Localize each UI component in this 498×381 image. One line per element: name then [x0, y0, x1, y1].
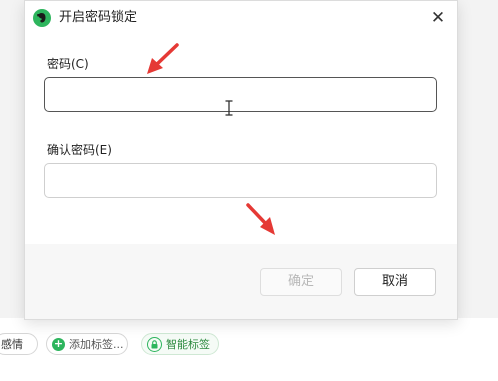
cancel-button[interactable]: 取消	[354, 268, 436, 296]
smart-tag-button[interactable]: 智能标签	[141, 333, 219, 355]
password-lock-dialog: 开启密码锁定 ✕ 密码(C) 确认密码(E) 确定 取消	[24, 0, 458, 320]
evernote-elephant-icon	[33, 9, 51, 27]
add-tag-button[interactable]: + 添加标签...	[46, 333, 128, 355]
tag-pill-emotion[interactable]: 感情	[0, 333, 38, 355]
password-input[interactable]	[44, 77, 437, 112]
text-cursor-icon	[225, 100, 233, 116]
smart-tag-label: 智能标签	[166, 338, 210, 351]
tag-label: 感情	[1, 338, 23, 351]
annotation-arrow-icon	[246, 203, 275, 235]
dialog-titlebar: 开启密码锁定 ✕	[25, 1, 457, 35]
tag-row: 感情 + 添加标签... 智能标签	[0, 333, 300, 355]
annotation-arrow-icon	[147, 43, 179, 74]
confirm-password-label: 确认密码(E)	[47, 143, 112, 157]
add-tag-label: 添加标签...	[69, 338, 124, 351]
close-icon[interactable]: ✕	[427, 7, 449, 29]
lock-tag-icon	[147, 337, 162, 352]
dialog-title: 开启密码锁定	[59, 10, 138, 25]
dialog-footer: 确定 取消	[25, 244, 457, 319]
ok-button[interactable]: 确定	[260, 268, 342, 296]
password-label: 密码(C)	[47, 57, 89, 71]
plus-circle-icon: +	[52, 337, 65, 351]
confirm-password-input[interactable]	[44, 163, 437, 198]
